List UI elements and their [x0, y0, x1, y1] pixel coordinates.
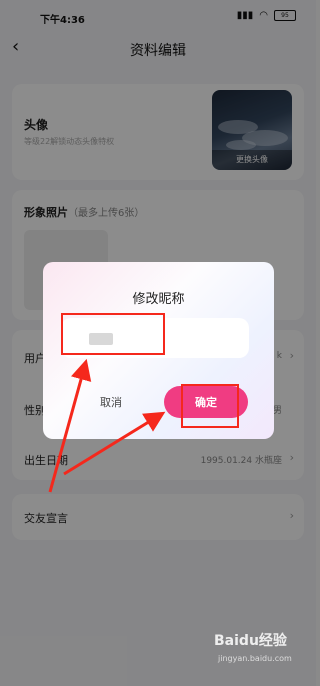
confirm-highlight-box	[181, 384, 239, 428]
watermark-logo: Baidu经验	[214, 633, 287, 649]
arrow-to-confirm	[63, 411, 166, 476]
annotation-layer	[48, 313, 239, 493]
watermark-url: jingyan.baidu.com	[218, 654, 292, 663]
input-highlight-box	[61, 313, 165, 355]
baidu-watermark: Baidu经验 jingyan.baidu.com	[214, 630, 294, 670]
